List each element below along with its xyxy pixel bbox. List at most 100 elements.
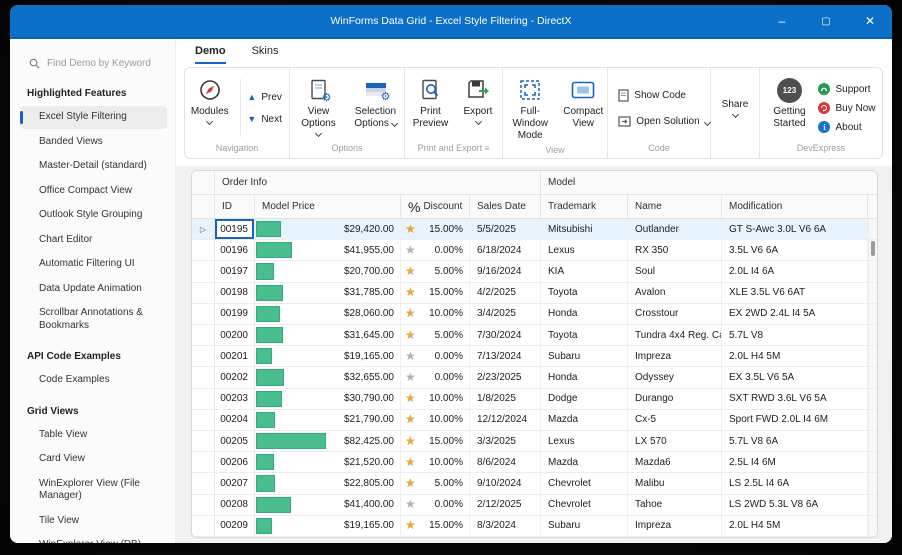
sidebar-item-table-view[interactable]: Table View [20, 424, 167, 447]
next-button[interactable]: ▼Next [247, 114, 289, 125]
cell-name[interactable]: Outlander [628, 219, 722, 239]
cell-discount[interactable]: ★★10.00% [401, 389, 470, 409]
cell-sales-date[interactable]: 2/23/2025 [470, 367, 541, 387]
cell-discount[interactable]: ★★10.00% [401, 304, 470, 324]
cell-sales-date[interactable]: 7/30/2024 [470, 325, 541, 345]
cell-modification[interactable]: 2.5L I4 6M [722, 452, 868, 472]
cell-model-price[interactable]: $41,955.00 [255, 240, 401, 260]
table-row[interactable]: 00196$41,955.00★★0.00%6/18/2024LexusRX 3… [192, 240, 877, 261]
sidebar-item-tile-view[interactable]: Tile View [20, 510, 167, 533]
cell-name[interactable]: Odyssey [628, 367, 722, 387]
cell-modification[interactable]: LS 2WD 5.3L V8 6A [722, 495, 868, 515]
cell-discount[interactable]: ★★15.00% [401, 431, 470, 451]
cell-trademark[interactable]: Mazda [541, 410, 628, 430]
cell-sales-date[interactable]: 7/13/2024 [470, 346, 541, 366]
cell-name[interactable]: Impreza [628, 516, 722, 536]
cell-trademark[interactable]: Mitsubishi [541, 219, 628, 239]
cell-model-price[interactable]: $30,790.00 [255, 389, 401, 409]
cell-modification[interactable]: SXT RWD 3.6L V6 5A [722, 389, 868, 409]
compact-view-button[interactable]: Compact View [559, 75, 607, 143]
sidebar-item-winexplorer-view-db-[interactable]: WinExplorer View (DB) [20, 534, 167, 543]
cell-discount[interactable]: ★★10.00% [401, 452, 470, 472]
cell-model-price[interactable]: $82,425.00 [255, 431, 401, 451]
cell-id[interactable]: 00201 [215, 346, 255, 366]
column-header-trademark[interactable]: Trademark [541, 195, 628, 219]
full-window-mode-button[interactable]: Full-Window Mode [503, 75, 557, 143]
cell-model-price[interactable]: $29,420.00 [255, 219, 401, 239]
tab-skins[interactable]: Skins [252, 45, 279, 64]
sidebar-item-outlook-style-grouping[interactable]: Outlook Style Grouping [20, 204, 167, 227]
cell-modification[interactable]: 2.0L H4 5M [722, 346, 868, 366]
prev-button[interactable]: ▲Prev [247, 92, 289, 103]
cell-trademark[interactable]: Subaru [541, 346, 628, 366]
close-button[interactable]: ✕ [848, 5, 892, 37]
search-input[interactable]: Find Demo by Keyword [10, 52, 169, 74]
cell-id[interactable]: 00202 [215, 367, 255, 387]
cell-discount[interactable]: ★★5.00% [401, 261, 470, 281]
column-header-sales-date[interactable]: Sales Date [470, 195, 541, 219]
cell-sales-date[interactable]: 2/12/2025 [470, 495, 541, 515]
cell-name[interactable]: Tahoe [628, 495, 722, 515]
cell-sales-date[interactable]: 3/4/2025 [470, 304, 541, 324]
cell-id[interactable]: 00196 [215, 240, 255, 260]
cell-id[interactable]: 00198 [215, 283, 255, 303]
cell-modification[interactable]: EX 3.5L V6 5A [722, 367, 868, 387]
share-button[interactable]: Share [719, 98, 752, 118]
cell-trademark[interactable]: Dodge [541, 389, 628, 409]
about-button[interactable]: i About [818, 121, 861, 133]
selection-options-button[interactable]: ⚙ Selection Options [348, 75, 403, 141]
export-button[interactable]: Export [456, 75, 500, 141]
sidebar-item-code-examples[interactable]: Code Examples [20, 369, 167, 392]
table-row[interactable]: 00208$41,400.00★★0.00%2/12/2025Chevrolet… [192, 495, 877, 516]
cell-sales-date[interactable]: 9/10/2024 [470, 473, 541, 493]
vertical-scrollbar-thumb[interactable] [871, 241, 875, 256]
cell-modification[interactable]: 5.7L V8 [722, 325, 868, 345]
cell-modification[interactable]: Sport FWD 2.0L I4 6M [722, 410, 868, 430]
table-row[interactable]: ▷00195$29,420.00★★15.00%5/5/2025Mitsubis… [192, 219, 877, 240]
table-row[interactable]: 00206$21,520.00★★10.00%8/6/2024MazdaMazd… [192, 452, 877, 473]
cell-modification[interactable]: 2.0L I4 6A [722, 261, 868, 281]
cell-modification[interactable]: GT S-Awc 3.0L V6 6A [722, 219, 868, 239]
column-header-name[interactable]: Name [628, 195, 722, 219]
cell-name[interactable]: RX 350 [628, 240, 722, 260]
cell-sales-date[interactable]: 8/6/2024 [470, 452, 541, 472]
cell-sales-date[interactable]: 3/3/2025 [470, 431, 541, 451]
table-row[interactable]: 00197$20,700.00★★5.00%9/16/2024KIASoul2.… [192, 261, 877, 282]
scrollbar-track-cell[interactable] [868, 367, 877, 387]
cell-modification[interactable]: EX 2WD 2.4L I4 5A [722, 304, 868, 324]
cell-name[interactable]: Cx-5 [628, 410, 722, 430]
table-row[interactable]: 00207$22,805.00★★5.00%9/10/2024Chevrolet… [192, 473, 877, 494]
cell-discount[interactable]: ★★0.00% [401, 346, 470, 366]
cell-name[interactable]: Crosstour [628, 304, 722, 324]
title-bar[interactable]: WinForms Data Grid - Excel Style Filteri… [10, 5, 892, 39]
cell-trademark[interactable]: Mazda [541, 452, 628, 472]
cell-sales-date[interactable]: 8/3/2024 [470, 516, 541, 536]
open-solution-button[interactable]: Open Solution [618, 116, 709, 127]
cell-trademark[interactable]: Honda [541, 304, 628, 324]
cell-discount[interactable]: ★★15.00% [401, 219, 470, 239]
cell-id[interactable]: 00204 [215, 410, 255, 430]
cell-model-price[interactable]: $31,785.00 [255, 283, 401, 303]
cell-model-price[interactable]: $20,700.00 [255, 261, 401, 281]
sidebar-item-data-update-animation[interactable]: Data Update Animation [20, 278, 167, 301]
cell-model-price[interactable]: $22,805.00 [255, 473, 401, 493]
cell-id[interactable]: 00209 [215, 516, 255, 536]
cell-discount[interactable]: ★★10.00% [401, 410, 470, 430]
getting-started-button[interactable]: 123 Getting Started [766, 75, 812, 141]
scrollbar-track-cell[interactable] [868, 473, 877, 493]
cell-trademark[interactable]: KIA [541, 261, 628, 281]
sidebar-item-automatic-filtering-ui[interactable]: Automatic Filtering UI [20, 253, 167, 276]
cell-model-price[interactable]: $28,060.00 [255, 304, 401, 324]
cell-trademark[interactable]: Chevrolet [541, 473, 628, 493]
cell-sales-date[interactable]: 4/2/2025 [470, 283, 541, 303]
scrollbar-track-cell[interactable] [868, 346, 877, 366]
cell-trademark[interactable]: Lexus [541, 431, 628, 451]
cell-model-price[interactable]: $21,790.00 [255, 410, 401, 430]
cell-discount[interactable]: ★★5.00% [401, 473, 470, 493]
dialog-launcher-icon[interactable]: ≡ [485, 144, 490, 153]
cell-model-price[interactable]: $41,400.00 [255, 495, 401, 515]
band-order-info[interactable]: Order Info [215, 171, 541, 195]
scrollbar-track-cell[interactable] [868, 516, 877, 536]
scrollbar-track-cell[interactable] [868, 452, 877, 472]
cell-trademark[interactable]: Honda [541, 367, 628, 387]
